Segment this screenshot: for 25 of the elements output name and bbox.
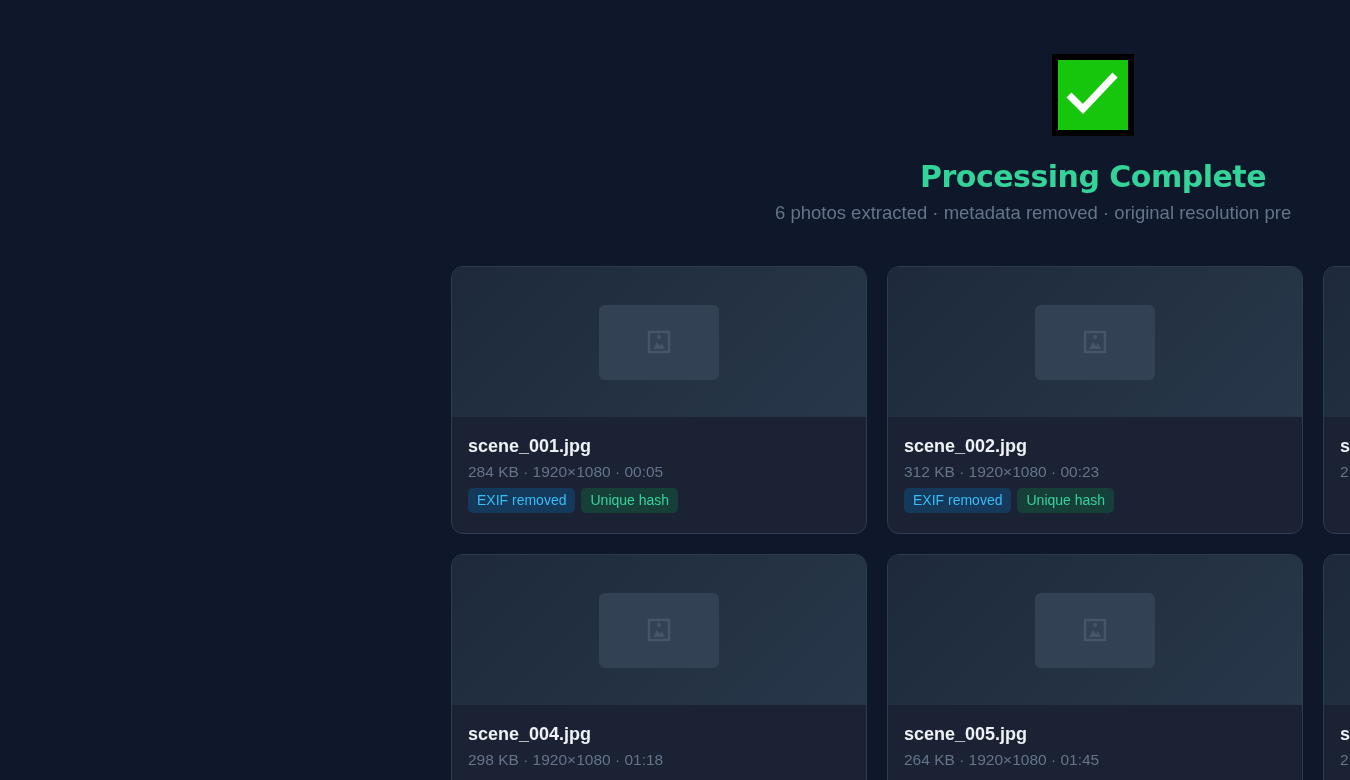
file-name: scene_005.jpg [904,723,1028,746]
hash-tag: Unique hash [581,488,679,513]
file-name: scene_004.jpg [468,723,592,746]
file-details: 2 [1340,462,1349,482]
status-subtitle: 6 photos extracted · metadata removed · original resolution pre [775,201,1292,225]
file-details: 2 [1340,750,1349,770]
check-icon [1052,54,1134,136]
photo-card[interactable]: s 2 [1323,266,1350,534]
exif-tag: EXIF removed [468,488,576,513]
file-details: 298 KB · 1920×1080 · 01:18 [468,750,664,770]
photo-card[interactable]: scene_004.jpg 298 KB · 1920×1080 · 01:18 [451,554,867,780]
photo-card[interactable]: scene_001.jpg 284 KB · 1920×1080 · 00:05 EXIF removed Unique hash [451,266,867,534]
file-details: 264 KB · 1920×1080 · 01:45 [904,750,1100,770]
file-name: scene_002.jpg [904,435,1028,458]
file-details: 312 KB · 1920×1080 · 00:23 [904,462,1100,482]
photo-card[interactable]: scene_002.jpg 312 KB · 1920×1080 · 00:23 EXIF removed Unique hash [887,266,1303,534]
hash-tag: Unique hash [1017,488,1115,513]
exif-tag: EXIF removed [904,488,1012,513]
file-name: s [1340,435,1350,458]
file-details: 284 KB · 1920×1080 · 00:05 [468,462,664,482]
status-title: Processing Complete [920,158,1266,196]
file-name: scene_001.jpg [468,435,592,458]
photo-card[interactable]: scene_005.jpg 264 KB · 1920×1080 · 01:45 [887,554,1303,780]
photo-card[interactable]: s 2 [1323,554,1350,780]
file-name: s [1340,723,1350,746]
